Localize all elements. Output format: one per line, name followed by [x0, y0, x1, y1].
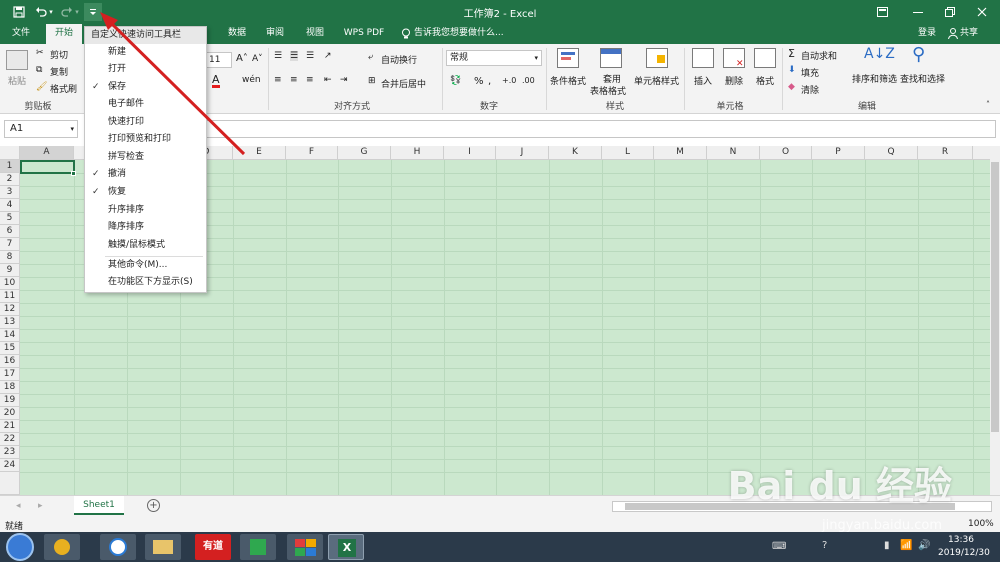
- watermark-url: jingyan.baidu.com: [822, 518, 942, 533]
- arrow-shaft: [106, 18, 246, 156]
- baidu-watermark: Bai du 经验: [727, 464, 952, 508]
